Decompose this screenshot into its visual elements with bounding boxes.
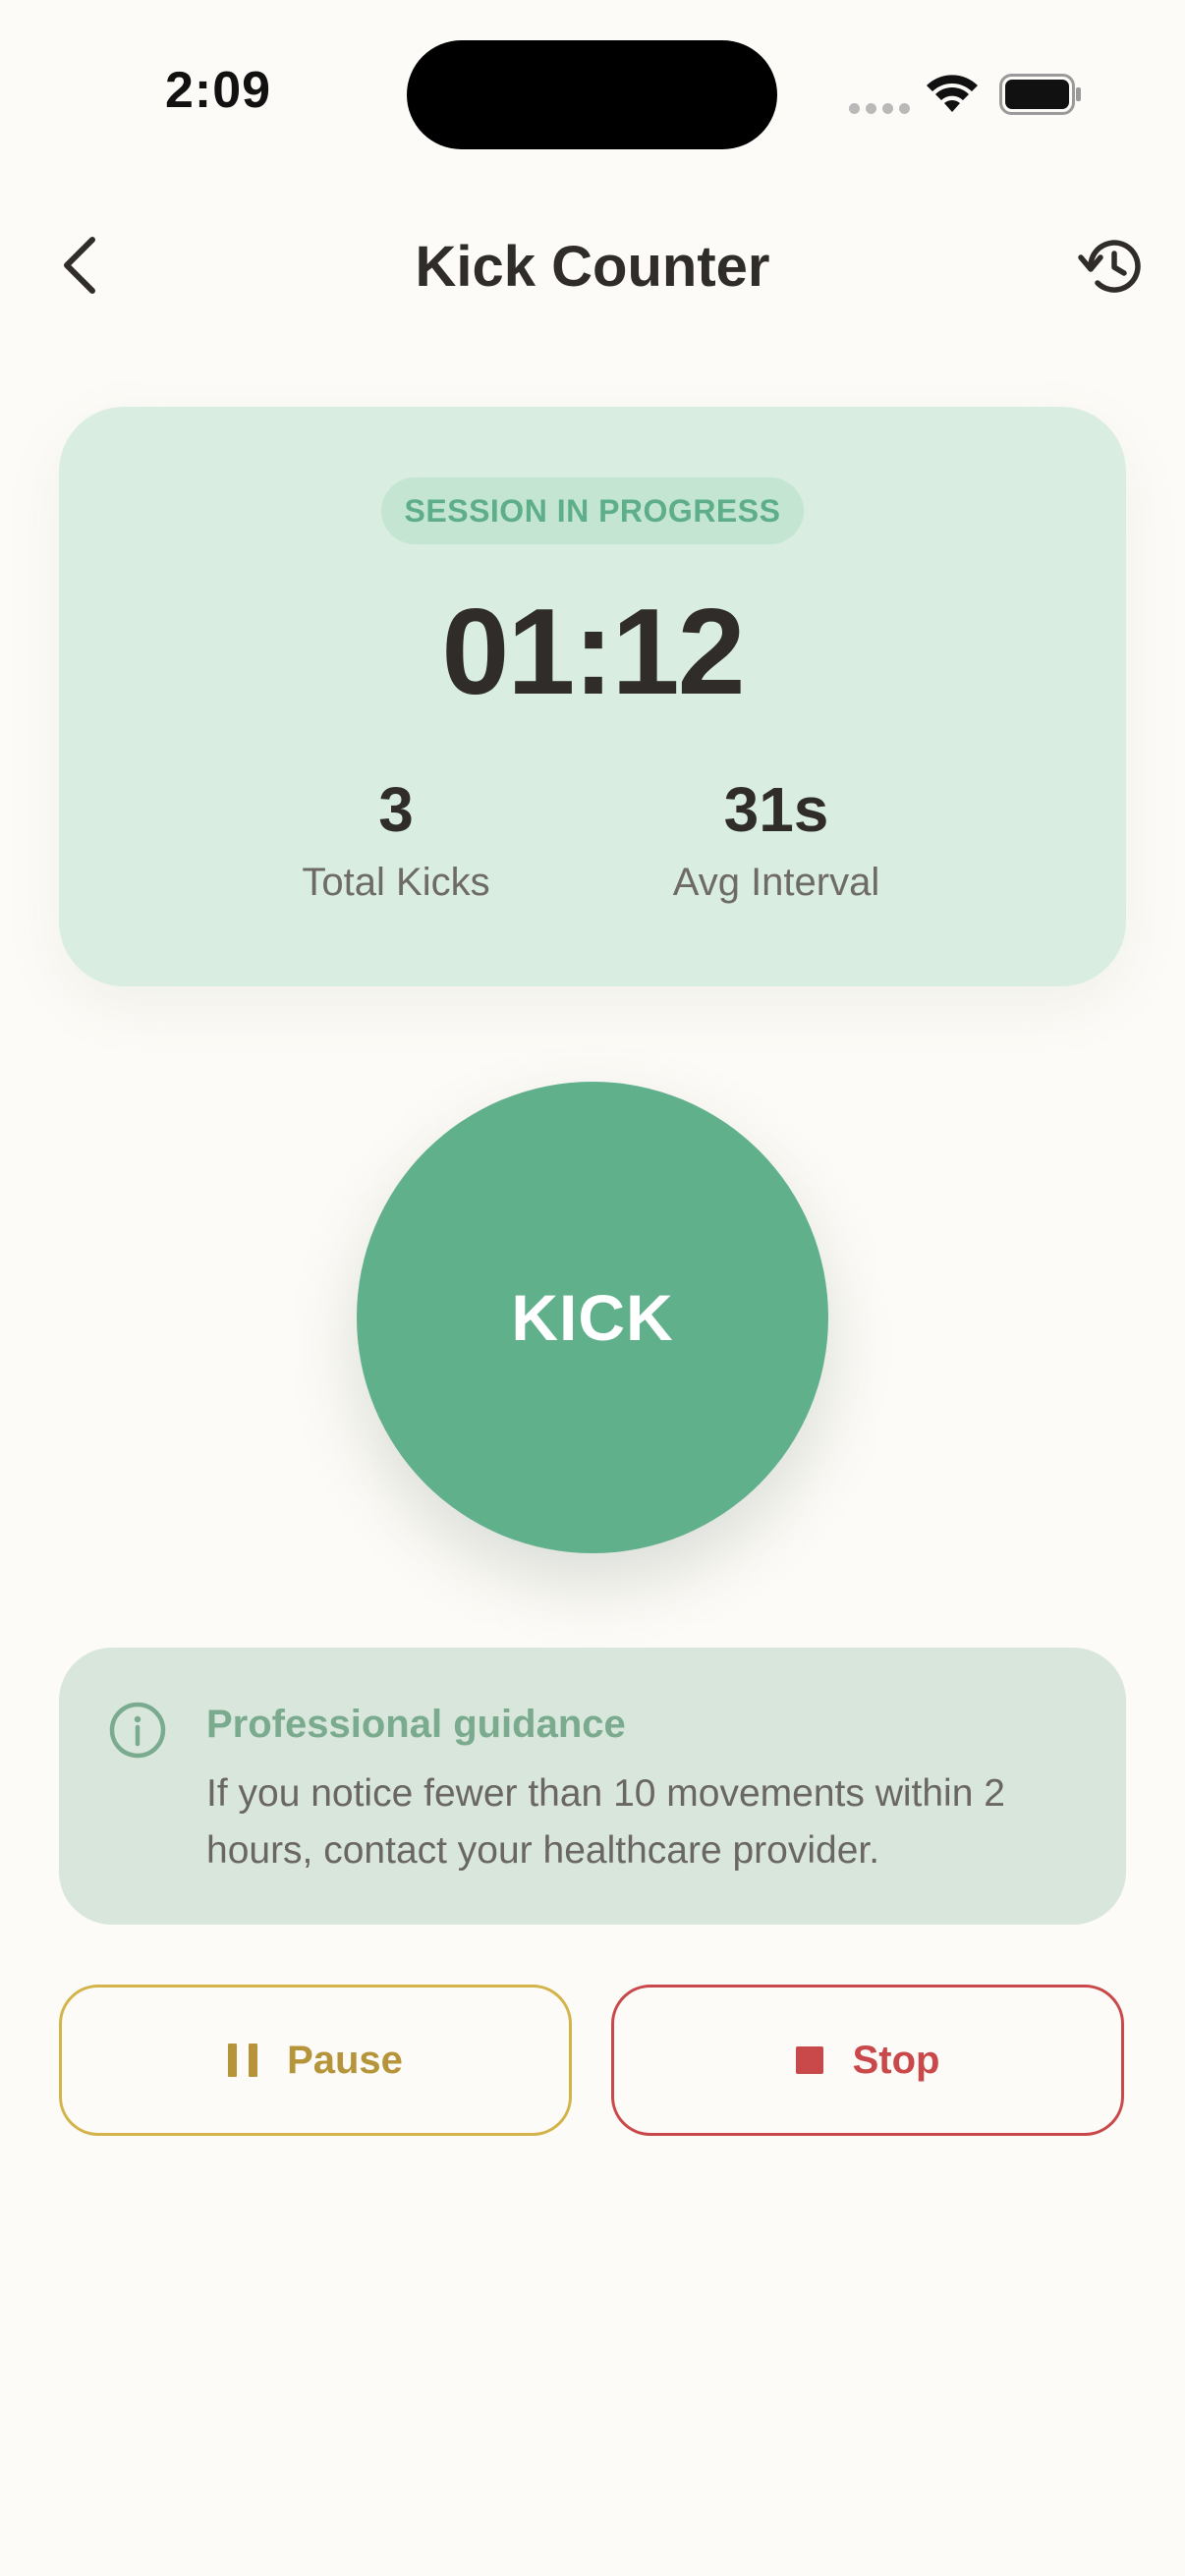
session-card: SESSION IN PROGRESS 01:12 3 Total Kicks … [59,407,1126,986]
status-time: 2:09 [164,62,272,119]
session-status-badge: SESSION IN PROGRESS [381,477,804,544]
pause-button[interactable]: Pause [59,1985,572,2136]
pause-icon [228,2044,258,2077]
stat-total-kicks: 3 Total Kicks [239,770,553,912]
session-timer: 01:12 [441,585,745,720]
wifi-icon [927,75,978,112]
status-bar: 2:09 [0,0,1185,187]
page-title: Kick Counter [415,235,770,299]
dynamic-island [407,40,777,149]
guidance-card: Professional guidance If you notice fewe… [59,1648,1126,1925]
stat-value: 3 [378,774,414,845]
stat-avg-interval: 31s Avg Interval [619,770,933,912]
stop-label: Stop [852,2038,940,2082]
history-button[interactable] [1077,234,1148,299]
stop-button[interactable]: Stop [611,1985,1124,2136]
chevron-left-icon [64,237,95,294]
guidance-title: Professional guidance [206,1703,626,1746]
battery-icon [999,74,1081,115]
stat-value: 31s [723,774,829,845]
kick-button[interactable]: KICK [357,1082,828,1553]
guidance-text: If you notice fewer than 10 movements wi… [206,1772,1005,1872]
history-clock-icon [1078,240,1141,293]
pause-label: Pause [287,2038,403,2082]
info-icon [109,1702,166,1759]
back-button[interactable] [49,226,112,305]
cellular-signal-icon [849,103,910,114]
stat-label: Avg Interval [672,861,880,904]
stat-label: Total Kicks [302,861,490,904]
stop-icon [795,2046,823,2074]
